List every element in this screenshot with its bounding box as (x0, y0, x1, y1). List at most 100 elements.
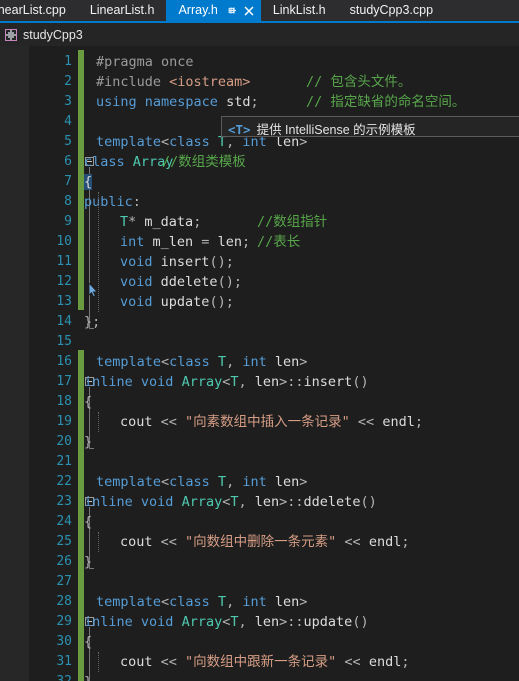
code-line[interactable]: cout << "向数组中跟新一条记录" << endl; (120, 652, 409, 672)
line-number: 6 (64, 154, 72, 169)
editor-tab-array-h[interactable]: Array.h (166, 0, 261, 21)
code-line[interactable]: #pragma once (96, 52, 194, 72)
code-token: << (152, 414, 186, 430)
code-line[interactable]: public: (84, 192, 141, 212)
code-token: inline (84, 374, 133, 390)
code-token: void (140, 494, 174, 510)
code-token: = (193, 234, 218, 250)
code-line[interactable]: T* m_data; (120, 212, 201, 232)
code-line[interactable]: { (84, 632, 92, 652)
line-number: 1 (64, 54, 72, 69)
code-line[interactable]: template<class T, int len> (96, 352, 307, 372)
code-token: , (226, 474, 243, 490)
code-line[interactable]: { (84, 512, 92, 532)
code-token: std (226, 94, 251, 110)
code-token: #pragma once (96, 54, 194, 70)
code-token: << (336, 654, 369, 670)
code-token: void (140, 374, 174, 390)
close-icon[interactable] (242, 3, 257, 18)
code-token: < (161, 354, 170, 370)
code-token: ddelete (303, 494, 361, 510)
code-token: "向数组中删除一条元素" (185, 534, 337, 550)
code-token: < (161, 474, 170, 490)
code-line[interactable]: } (84, 672, 92, 681)
code-token: (); (209, 254, 234, 270)
line-number: 26 (56, 554, 72, 569)
code-token: len (274, 354, 300, 370)
line-number: 11 (56, 254, 72, 269)
line-number: 7 (64, 174, 72, 189)
code-token: namespace (144, 94, 218, 110)
editor-tab-linklist-h[interactable]: LinkList.h (260, 0, 338, 21)
code-token: endl (368, 534, 402, 550)
code-token: class (169, 474, 210, 490)
code-token: << (349, 414, 383, 430)
code-line[interactable]: int m_len = len; (120, 232, 250, 252)
code-token: cout (120, 534, 153, 550)
code-token: , (226, 594, 243, 610)
line-number: 19 (56, 414, 72, 429)
code-token: m_data (144, 214, 194, 230)
code-token: inline (84, 494, 133, 510)
line-number: 17 (56, 374, 72, 389)
editor-tab-linearlist-h[interactable]: LinearList.h (77, 0, 167, 21)
code-token: { (84, 514, 93, 530)
tab-label: LinkList.h (272, 3, 326, 17)
code-line[interactable]: void insert(); (120, 252, 234, 272)
line-number: 29 (56, 614, 72, 629)
tooltip-description: 提供 IntelliSense 的示例模板 (256, 123, 416, 137)
code-token: Array (181, 614, 223, 630)
code-token: m_len (152, 234, 194, 250)
tab-label: Array.h (178, 3, 218, 17)
intellisense-tooltip: <T> 提供 IntelliSense 的示例模板 (221, 116, 519, 137)
line-number: 8 (64, 194, 72, 209)
code-token: Array (181, 494, 223, 510)
code-editor[interactable]: 1 2 3 4 5 6 7 8 9 10 11 12 13 14 15 16 17 18 19 20 21 22 23 24 2… (0, 46, 519, 681)
visual-studio-editor-window: LinearList.cpp LinearList.h Array.h LinkLis… (0, 0, 519, 681)
editor-tab-studycpp3-cpp[interactable]: studyCpp3.cpp (337, 0, 446, 21)
breadcrumb-project-label[interactable]: studyCpp3 (23, 27, 83, 43)
line-number: 22 (56, 474, 72, 489)
code-token: update (160, 294, 210, 310)
code-line[interactable]: cout << "向素数组中插入一条记录" << endl; (120, 412, 423, 432)
code-token: << (152, 534, 186, 550)
code-token: (); (209, 294, 234, 310)
code-token: len (254, 614, 280, 630)
code-line[interactable]: { (84, 172, 93, 192)
code-token: cout (120, 414, 153, 430)
code-token: : (132, 194, 141, 210)
code-token: T (217, 354, 227, 370)
code-token: len (254, 494, 280, 510)
code-line[interactable]: #include <iostream> (96, 72, 250, 92)
code-token: >:: (279, 494, 304, 510)
code-token: > (299, 354, 308, 370)
code-token: void (140, 614, 174, 630)
code-line[interactable]: } (84, 552, 92, 572)
code-line[interactable]: inline void Array<T, len>::update() (84, 612, 369, 632)
code-line[interactable]: { (84, 392, 92, 412)
code-line[interactable]: template<class T, int len> (96, 592, 307, 612)
code-line[interactable]: } (84, 432, 92, 452)
pin-icon[interactable] (225, 3, 240, 18)
code-token: T (217, 594, 227, 610)
code-line[interactable]: void ddelete(); (120, 272, 242, 292)
code-token: len (274, 474, 300, 490)
code-line[interactable]: inline void Array<T, len>::insert() (84, 372, 369, 392)
code-line[interactable]: void update(); (120, 292, 234, 312)
line-number: 24 (56, 514, 72, 529)
code-line[interactable]: cout << "向数组中删除一条元素" << endl; (120, 532, 409, 552)
code-line[interactable]: using namespace std; (96, 92, 259, 112)
code-line[interactable]: template<class T, int len> (96, 472, 307, 492)
code-line[interactable]: inline void Array<T, len>::ddelete() (84, 492, 377, 512)
editor-tab-linearlist-cpp[interactable]: LinearList.cpp (0, 0, 78, 21)
code-line[interactable]: class Array (84, 152, 173, 172)
line-number: 14 (56, 314, 72, 329)
code-text-area[interactable]: #pragma once #include <iostream> using nam… (84, 46, 519, 681)
code-line[interactable]: }; (84, 312, 100, 332)
line-number: 12 (56, 274, 72, 289)
